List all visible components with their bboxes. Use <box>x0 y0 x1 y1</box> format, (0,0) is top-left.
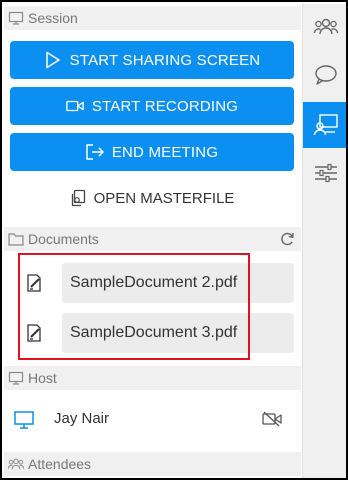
host-header-label: Host <box>28 370 57 386</box>
start-recording-button[interactable]: START RECORDING <box>10 87 294 125</box>
host-section-header: Host <box>4 366 301 390</box>
end-meeting-button[interactable]: END MEETING <box>10 133 294 171</box>
tab-settings[interactable] <box>303 150 346 196</box>
sliders-icon <box>315 163 337 183</box>
monitor-icon <box>8 10 24 26</box>
open-masterfile-button[interactable]: OPEN MASTERFILE <box>10 180 294 216</box>
chat-bubble-icon <box>315 65 337 85</box>
exit-icon <box>86 143 104 161</box>
attendees-header-label: Attendees <box>28 456 92 472</box>
tab-presenter[interactable] <box>303 102 346 148</box>
main-panel: Session START SHARING SCREEN START RECOR… <box>4 4 301 478</box>
people-icon <box>8 456 24 472</box>
attendees-section-header: Attendees <box>4 452 301 476</box>
sidebar <box>302 4 346 478</box>
monitor-icon <box>8 370 24 386</box>
video-camera-icon <box>66 97 84 115</box>
presenter-icon <box>313 114 338 136</box>
highlight-box <box>18 253 250 360</box>
end-meeting-label: END MEETING <box>111 143 219 161</box>
app-window: Session START SHARING SCREEN START RECOR… <box>0 0 348 480</box>
start-recording-label: START RECORDING <box>91 97 239 115</box>
tab-participants[interactable] <box>303 4 346 50</box>
documents-section-header: Documents <box>4 227 301 251</box>
documents-icon <box>70 189 88 207</box>
session-header-label: Session <box>28 10 78 26</box>
play-icon <box>44 51 62 69</box>
start-sharing-screen-button[interactable]: START SHARING SCREEN <box>10 41 294 79</box>
open-masterfile-label: OPEN MASTERFILE <box>93 189 235 207</box>
host-name: Jay Nair <box>54 410 110 427</box>
documents-header-label: Documents <box>28 231 99 247</box>
folder-icon <box>8 231 24 247</box>
people-icon <box>313 18 339 35</box>
host-row[interactable]: Jay Nair <box>4 399 301 439</box>
session-section-header: Session <box>4 6 301 30</box>
refresh-icon[interactable] <box>279 231 295 247</box>
tab-chat[interactable] <box>303 52 346 98</box>
start-sharing-screen-label: START SHARING SCREEN <box>69 51 261 69</box>
camera-off-icon[interactable] <box>262 411 282 427</box>
desktop-icon <box>14 411 34 429</box>
